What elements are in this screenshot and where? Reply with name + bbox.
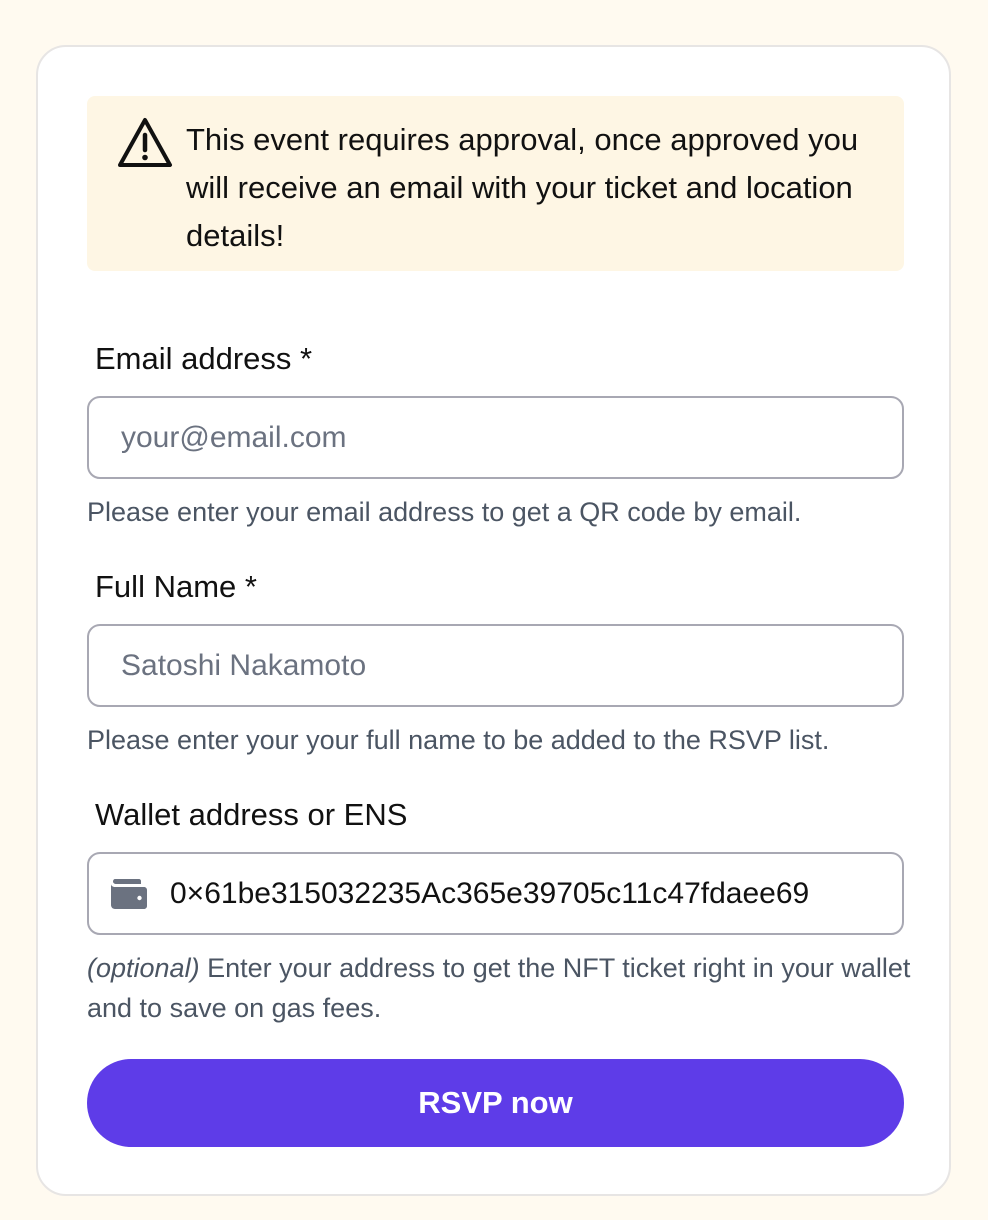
email-label: Email address * xyxy=(95,341,313,376)
wallet-icon xyxy=(111,879,147,909)
full-name-help-text: Please enter your your full name to be a… xyxy=(87,725,830,755)
approval-alert: This event requires approval, once appro… xyxy=(87,96,904,271)
rsvp-now-button[interactable]: RSVP now xyxy=(87,1059,904,1147)
email-input[interactable] xyxy=(89,398,902,477)
email-help-text: Please enter your email address to get a… xyxy=(87,497,802,527)
optional-tag: (optional) xyxy=(87,953,200,983)
wallet-help-body: Enter your address to get the NFT ticket… xyxy=(87,953,911,1023)
full-name-input[interactable] xyxy=(89,626,902,705)
wallet-label: Wallet address or ENS xyxy=(95,797,408,832)
wallet-help-text: (optional) Enter your address to get the… xyxy=(87,948,917,1028)
full-name-label: Full Name * xyxy=(95,569,257,604)
alert-message: This event requires approval, once appro… xyxy=(186,122,859,253)
email-field-wrapper xyxy=(87,396,904,479)
wallet-field-wrapper xyxy=(87,852,904,935)
warning-triangle-icon xyxy=(118,118,172,167)
wallet-address-input[interactable] xyxy=(89,854,902,933)
rsvp-card: This event requires approval, once appro… xyxy=(36,45,951,1196)
full-name-field-wrapper xyxy=(87,624,904,707)
